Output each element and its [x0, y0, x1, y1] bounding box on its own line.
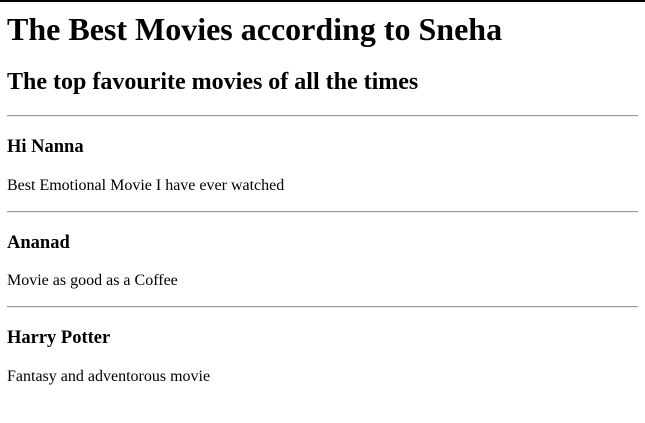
page-title: The Best Movies according to Sneha: [7, 11, 503, 47]
movie-title: Hi Nanna: [7, 137, 84, 157]
movie-description: Movie as good as a Coffee: [7, 272, 178, 289]
divider: [7, 115, 638, 117]
movie-description: Best Emotional Movie I have ever watched: [7, 177, 285, 194]
movie-description: Fantasy and adventorous movie: [7, 368, 211, 385]
divider: [7, 211, 638, 213]
divider: [7, 306, 638, 308]
movie-title: Ananad: [7, 233, 70, 253]
page-subtitle: The top favourite movies of all the time…: [7, 69, 419, 95]
movie-title: Harry Potter: [7, 328, 111, 348]
top-border: [0, 0, 645, 2]
